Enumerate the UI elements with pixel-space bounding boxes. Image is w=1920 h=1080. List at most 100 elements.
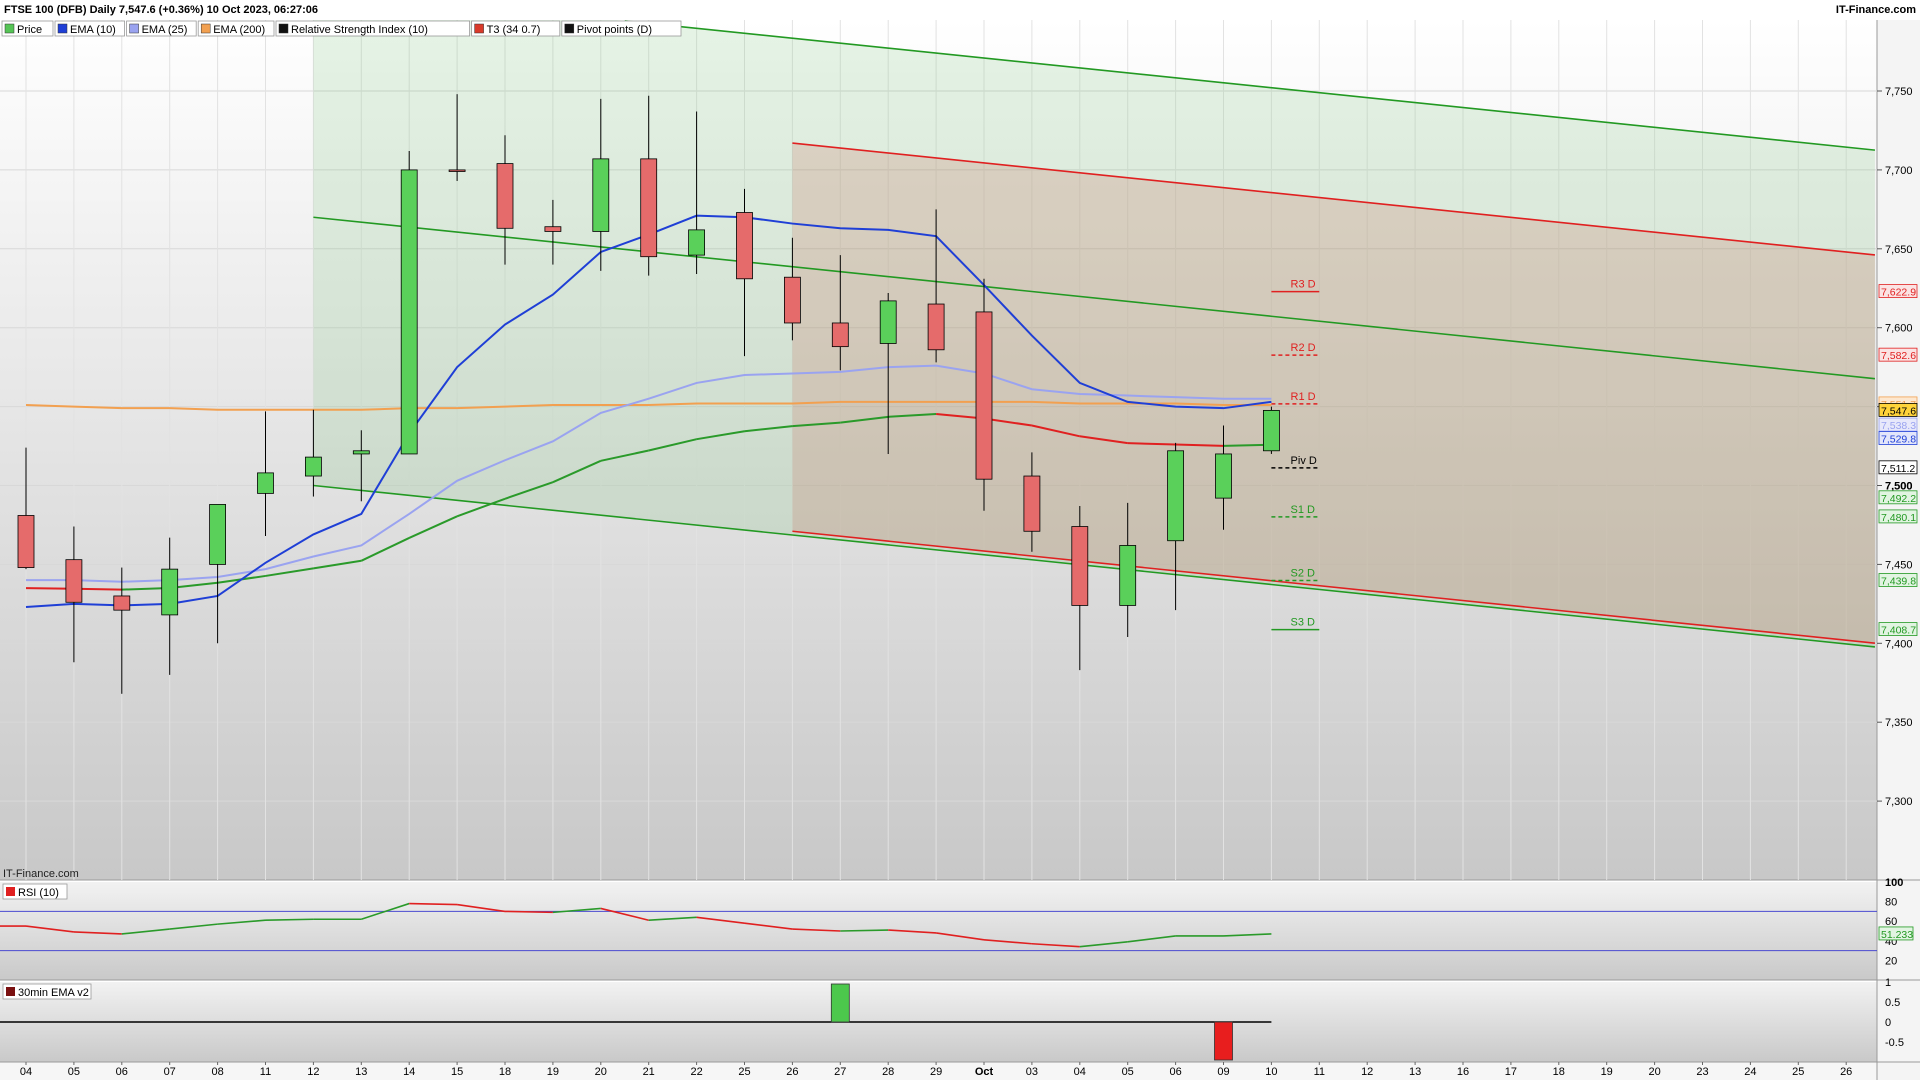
date-tick-label: 19 [547, 1066, 559, 1078]
candle-body [1263, 409, 1280, 452]
t3-segment [1175, 443, 1224, 447]
legend-item-label: EMA (200) [213, 24, 265, 36]
rsi-pane-background [0, 882, 1877, 980]
price-tick-label: 7,300 [1885, 796, 1913, 808]
candle-body [17, 515, 35, 568]
candle-body [400, 169, 418, 455]
price-tag-label: 7,622.9 [1881, 287, 1916, 299]
date-tick-label: 11 [260, 1066, 271, 1078]
legend-swatch [57, 23, 68, 34]
rsi-segment [504, 910, 553, 914]
ema30-bar [1214, 1021, 1233, 1061]
date-tick-label: 23 [1696, 1066, 1708, 1078]
price-tick-label: 7,700 [1885, 165, 1913, 177]
candle-body [1215, 453, 1232, 499]
candle-body [1071, 526, 1089, 606]
date-tick-label: 11 [1314, 1066, 1325, 1078]
candle-body [688, 229, 705, 256]
price-tick-label: 7,350 [1885, 717, 1913, 729]
date-tick-label: 29 [930, 1066, 942, 1078]
date-tick-label: 20 [595, 1066, 607, 1078]
date-tick-label: 06 [116, 1066, 128, 1078]
ema30-legend-swatch [6, 987, 15, 996]
legend-swatch [200, 23, 211, 34]
legend-swatch [4, 23, 15, 34]
price-tag-label: 7,511.2 [1881, 463, 1915, 475]
price-tick-label: 7,400 [1885, 638, 1913, 650]
legend-swatch [474, 23, 484, 34]
date-tick-label: 22 [690, 1066, 702, 1078]
candle-body [65, 559, 83, 603]
date-tick-label: 04 [20, 1066, 32, 1078]
candle-body [1167, 450, 1184, 542]
date-tick-label: 25 [1792, 1066, 1804, 1078]
ema30-tick-label: 1 [1885, 977, 1891, 989]
candle-body [257, 472, 274, 494]
chart-canvas: R3 D R2 D R1 D Piv D S1 D S2 D S3 D IT-Finance.… [0, 20, 1920, 1080]
candle-body [209, 504, 227, 565]
price-tick-label: 7,450 [1885, 559, 1913, 571]
date-tick-label: 18 [499, 1066, 511, 1078]
pivot-label: R1 D [1291, 391, 1316, 403]
date-tick-label: 27 [834, 1066, 846, 1078]
date-tick-label: 18 [1553, 1066, 1565, 1078]
ema30-tick-label: 0 [1885, 1017, 1891, 1029]
ema30-bar [830, 983, 850, 1023]
pivot-label: S1 D [1291, 504, 1316, 516]
candle-body [879, 300, 897, 344]
ema30-tick-label: 0.5 [1885, 997, 1900, 1009]
price-tag-label: 7,492.2 [1881, 493, 1916, 505]
legend-item-label: T3 (34 0.7) [487, 24, 541, 36]
rsi-tick-label: 20 [1885, 955, 1897, 967]
date-tick-label: 20 [1648, 1066, 1660, 1078]
price-tag-label: 7,529.8 [1881, 433, 1916, 445]
candle-body [975, 311, 993, 480]
candle-body [352, 450, 370, 455]
candle-body [113, 595, 131, 611]
date-tick-label: 03 [1026, 1066, 1038, 1078]
candle-body [1023, 475, 1041, 532]
legend-item-label: Relative Strength Index (10) [291, 24, 428, 36]
rsi-segment [409, 902, 458, 906]
candle-body [1119, 545, 1137, 606]
date-tick-label: 26 [786, 1066, 798, 1078]
date-tick-label: 04 [1074, 1066, 1086, 1078]
date-tick-label: 09 [1217, 1066, 1229, 1078]
candle-body [592, 158, 610, 232]
candle-body [736, 212, 753, 280]
price-tag-label: 7,538.3 [1881, 420, 1916, 432]
candle-body [831, 322, 849, 348]
rsi-segment [265, 918, 314, 922]
rsi-legend-label: RSI (10) [18, 887, 59, 899]
date-tick-label: 16 [1457, 1066, 1469, 1078]
legend-item-label: EMA (25) [142, 24, 188, 36]
pivot-label: S3 D [1291, 617, 1316, 629]
rsi-segment [840, 929, 889, 932]
candle-body [640, 158, 658, 258]
price-tag-label: 7,408.7 [1881, 625, 1916, 637]
price-tag-label: 7,582.6 [1881, 350, 1916, 362]
rsi-tick-label: 100 [1885, 877, 1903, 889]
ema30-legend-label: 30min EMA v2 [18, 987, 89, 999]
ema30-tick-label: -0.5 [1885, 1037, 1904, 1049]
legend-item-label: Price [17, 24, 42, 36]
watermark-text: IT-Finance.com [3, 868, 79, 880]
rsi-tick-label: 80 [1885, 897, 1897, 909]
rsi-tick-label: 60 [1885, 916, 1897, 928]
legend-item-label: EMA (10) [70, 24, 116, 36]
rsi-value-label: 51.233 [1881, 929, 1913, 941]
price-tick-label: 7,600 [1885, 323, 1913, 335]
date-tick-label: 05 [68, 1066, 80, 1078]
date-tick-label: 28 [882, 1066, 894, 1078]
date-tick-label: 13 [1409, 1066, 1421, 1078]
legend-item-label: Pivot points (D) [577, 24, 652, 36]
date-tick-label: 07 [164, 1066, 176, 1078]
price-tag-label: 7,547.6 [1881, 405, 1916, 417]
date-tick-label: 12 [307, 1066, 319, 1078]
t3-segment [1127, 442, 1176, 446]
date-tick-label: 06 [1169, 1066, 1181, 1078]
candle-body [927, 303, 945, 351]
date-tick-label: 13 [355, 1066, 367, 1078]
date-tick-label: 17 [1505, 1066, 1517, 1078]
candle-body [544, 226, 562, 232]
